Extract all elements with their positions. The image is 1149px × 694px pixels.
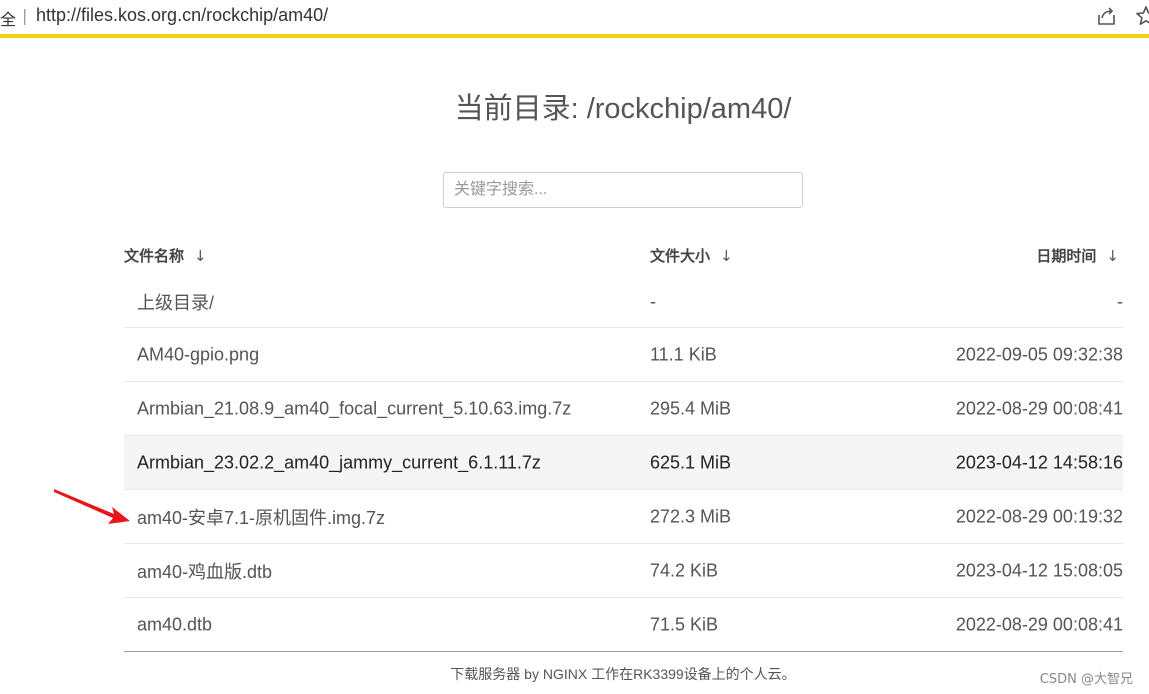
table-row[interactable]: am40-鸡血版.dtb 74.2 KiB 2023-04-12 15:08:0…: [124, 544, 1123, 598]
size-header-label: 文件大小: [650, 247, 711, 265]
table-row[interactable]: Armbian_21.08.9_am40_focal_current_5.10.…: [124, 382, 1123, 436]
footer-text: 下载服务器 by NGINX 工作在RK3399设备上的个人云。: [450, 666, 796, 682]
file-size: 74.2 KiB: [650, 560, 719, 580]
file-date: 2022-09-05 09:32:38: [955, 344, 1123, 364]
table-row[interactable]: am40.dtb 71.5 KiB 2022-08-29 00:08:41: [124, 598, 1123, 652]
file-name-link[interactable]: 上级目录/: [137, 289, 214, 315]
file-date: 2022-08-29 00:19:32: [955, 506, 1123, 526]
table-row[interactable]: 上级目录/ - -: [124, 276, 1123, 328]
file-name-link[interactable]: am40-安卓7.1-原机固件.img.7z: [137, 504, 385, 530]
file-name-link[interactable]: Armbian_21.08.9_am40_focal_current_5.10.…: [137, 398, 571, 419]
file-size: -: [650, 291, 656, 311]
sort-by-date[interactable]: 日期时间 ↓: [1036, 245, 1119, 266]
file-size: 272.3 MiB: [650, 506, 732, 526]
watermark: CSDN @大智兄: [1039, 672, 1133, 687]
file-name-link[interactable]: am40.dtb: [137, 614, 212, 635]
file-size: 71.5 KiB: [650, 614, 719, 634]
page-title: 当前目录: /rockchip/am40/: [454, 93, 792, 125]
star-icon[interactable]: [1135, 5, 1149, 27]
file-date: 2023-04-12 15:08:05: [955, 560, 1123, 580]
address-separator: |: [22, 6, 28, 25]
red-arrow-icon: [54, 489, 130, 524]
date-header-label: 日期时间: [1036, 247, 1097, 265]
table-row[interactable]: am40-安卓7.1-原机固件.img.7z 272.3 MiB 2022-08…: [124, 490, 1123, 544]
sort-arrow-icon: ↓: [194, 247, 207, 265]
table-row[interactable]: Armbian_23.02.2_am40_jammy_current_6.1.1…: [124, 436, 1123, 490]
file-name-link[interactable]: AM40-gpio.png: [137, 344, 259, 365]
file-size: 295.4 MiB: [650, 398, 732, 418]
url-text[interactable]: http://files.kos.org.cn/rockchip/am40/: [36, 5, 328, 26]
sort-by-size[interactable]: 文件大小 ↓: [650, 245, 733, 266]
file-name-link[interactable]: am40-鸡血版.dtb: [137, 558, 272, 584]
file-size: 625.1 MiB: [650, 452, 732, 472]
file-date: -: [1117, 291, 1123, 311]
file-date: 2022-08-29 00:08:41: [955, 398, 1123, 418]
sort-arrow-icon: ↓: [1106, 247, 1119, 265]
share-icon[interactable]: [1096, 5, 1118, 27]
file-date: 2023-04-12 14:58:16: [955, 452, 1123, 472]
search-input[interactable]: [443, 172, 803, 208]
address-bar: 全 | http://files.kos.org.cn/rockchip/am4…: [0, 0, 1149, 38]
table-header: 文件名称 ↓ 文件大小 ↓ 日期时间 ↓: [124, 234, 1123, 276]
name-header-label: 文件名称: [124, 247, 185, 265]
file-size: 11.1 KiB: [650, 344, 717, 364]
file-listing: 文件名称 ↓ 文件大小 ↓ 日期时间 ↓ 上级目录/ - - AM40-gpio.pn…: [124, 234, 1123, 652]
security-label: 全: [0, 10, 17, 29]
file-name-link[interactable]: Armbian_23.02.2_am40_jammy_current_6.1.1…: [137, 452, 541, 473]
file-date: 2022-08-29 00:08:41: [955, 614, 1123, 634]
sort-by-name[interactable]: 文件名称 ↓: [124, 245, 207, 266]
table-row[interactable]: AM40-gpio.png 11.1 KiB 2022-09-05 09:32:…: [124, 328, 1123, 382]
sort-arrow-icon: ↓: [720, 247, 733, 265]
